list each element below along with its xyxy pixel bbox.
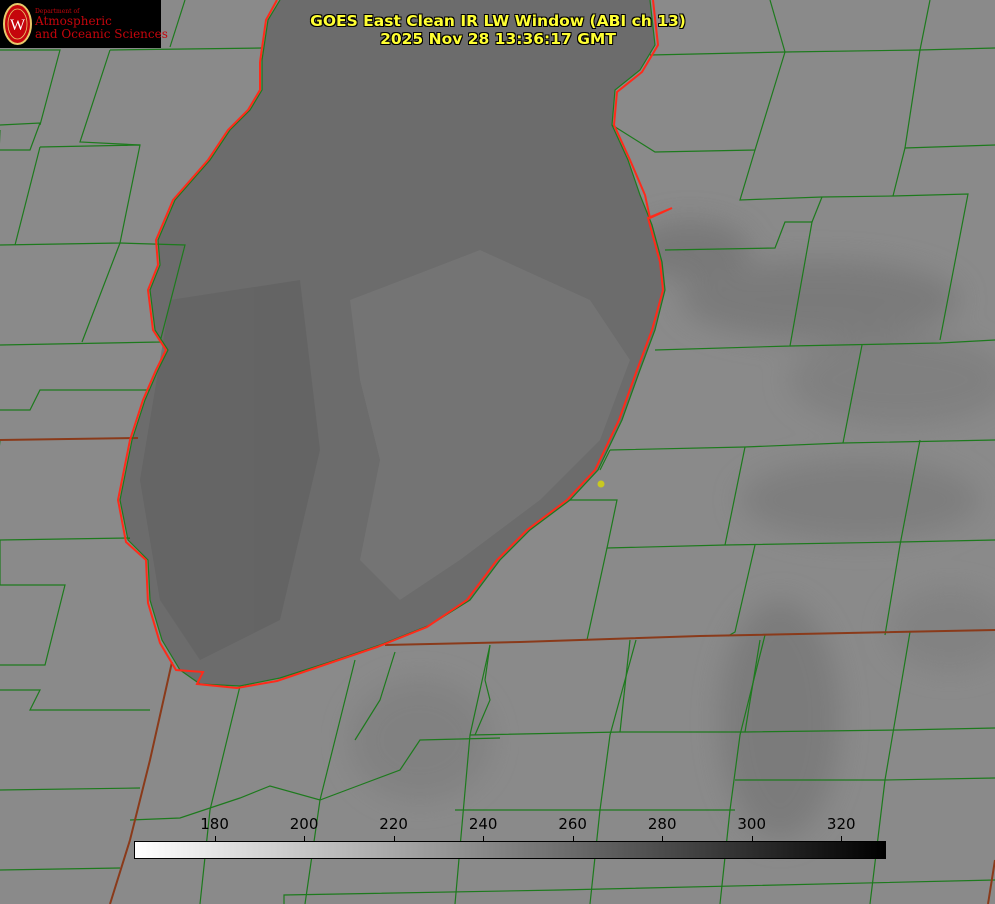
uw-aos-logo: W Department of Atmospheric and Oceanic … bbox=[0, 0, 168, 48]
colorbar bbox=[134, 841, 886, 859]
colorbar-tick-label: 280 bbox=[647, 815, 677, 833]
image-title: GOES East Clean IR LW Window (ABI ch 13) bbox=[310, 12, 686, 30]
colorbar-tick-label: 240 bbox=[468, 815, 498, 833]
colorbar-tick-label: 180 bbox=[200, 815, 229, 833]
svg-text:W: W bbox=[10, 17, 26, 34]
colorbar-tick-label: 260 bbox=[558, 815, 587, 833]
location-dot-icon bbox=[597, 480, 605, 488]
colorbar-tick-label: 320 bbox=[826, 815, 856, 833]
colorbar-tick-label: 220 bbox=[379, 815, 408, 833]
uw-seal-icon: W bbox=[3, 3, 32, 45]
satellite-viewer: W Department of Atmospheric and Oceanic … bbox=[0, 0, 995, 904]
logo-title-line1: Atmospheric bbox=[35, 14, 112, 28]
colorbar-tick-label: 200 bbox=[289, 815, 319, 833]
logo-title-line2: and Oceanic Sciences bbox=[35, 27, 168, 41]
image-timestamp: 2025 Nov 28 13:36:17 GMT bbox=[380, 30, 616, 48]
colorbar-tick-label: 300 bbox=[737, 815, 767, 833]
satellite-map[interactable] bbox=[0, 0, 995, 904]
